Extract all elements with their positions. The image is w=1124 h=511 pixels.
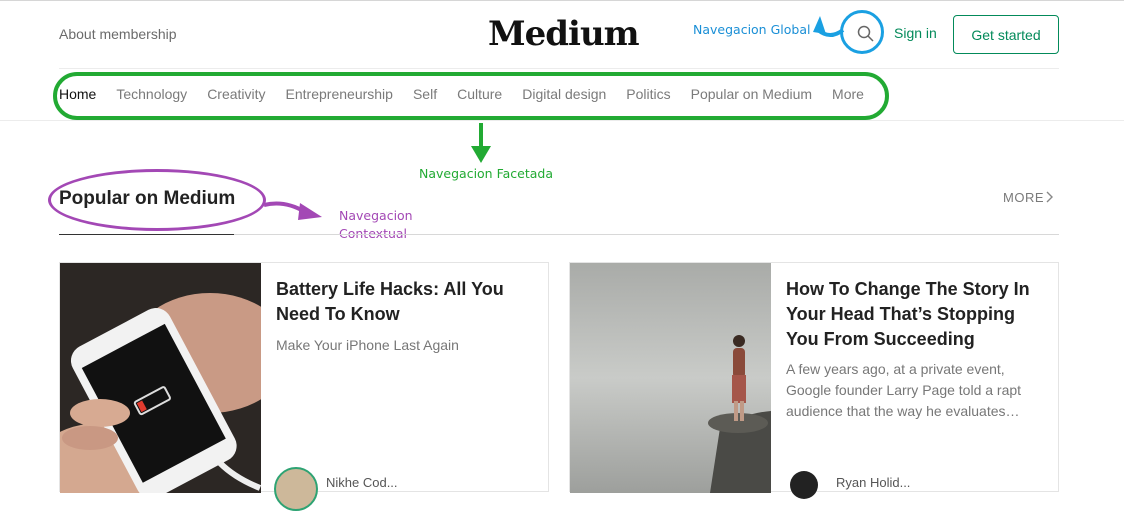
article-subtitle: Make Your iPhone Last Again (276, 337, 459, 353)
author-name[interactable]: Ryan Holid... (836, 475, 910, 490)
author-avatar[interactable] (790, 471, 818, 499)
article-card[interactable]: How To Change The Story In Your Head Tha… (569, 262, 1059, 499)
article-image-lake[interactable] (570, 263, 771, 493)
annotation-context-nav: Navegacion Contextual (339, 207, 429, 243)
author-avatar[interactable] (274, 467, 318, 511)
lake-photo (570, 263, 771, 493)
arrow-global-icon (813, 16, 845, 37)
phone-photo (60, 263, 261, 493)
article-image-phone[interactable] (60, 263, 261, 493)
chevron-right-icon[interactable] (1045, 191, 1053, 203)
annotation-context-highlight (48, 169, 266, 231)
arrow-context-icon (263, 201, 322, 220)
author-name[interactable]: Nikhe Cod... (326, 475, 398, 490)
annotation-facet-nav: Navegacion Facetada (419, 166, 554, 181)
section-underline-active (59, 234, 234, 235)
article-subtitle: A few years ago, at a private event, Goo… (786, 361, 1022, 419)
section-underline (234, 234, 1059, 235)
annotation-context-line1: Navegacion (339, 208, 413, 223)
article-card[interactable]: Battery Life Hacks: All You Need To Know… (59, 262, 549, 511)
article-title[interactable]: How To Change The Story In Your Head Tha… (786, 277, 1046, 352)
arrow-facet-icon (471, 123, 491, 163)
section-more-link[interactable]: MORE (1003, 190, 1044, 205)
article-title[interactable]: Battery Life Hacks: All You Need To Know (276, 277, 536, 327)
